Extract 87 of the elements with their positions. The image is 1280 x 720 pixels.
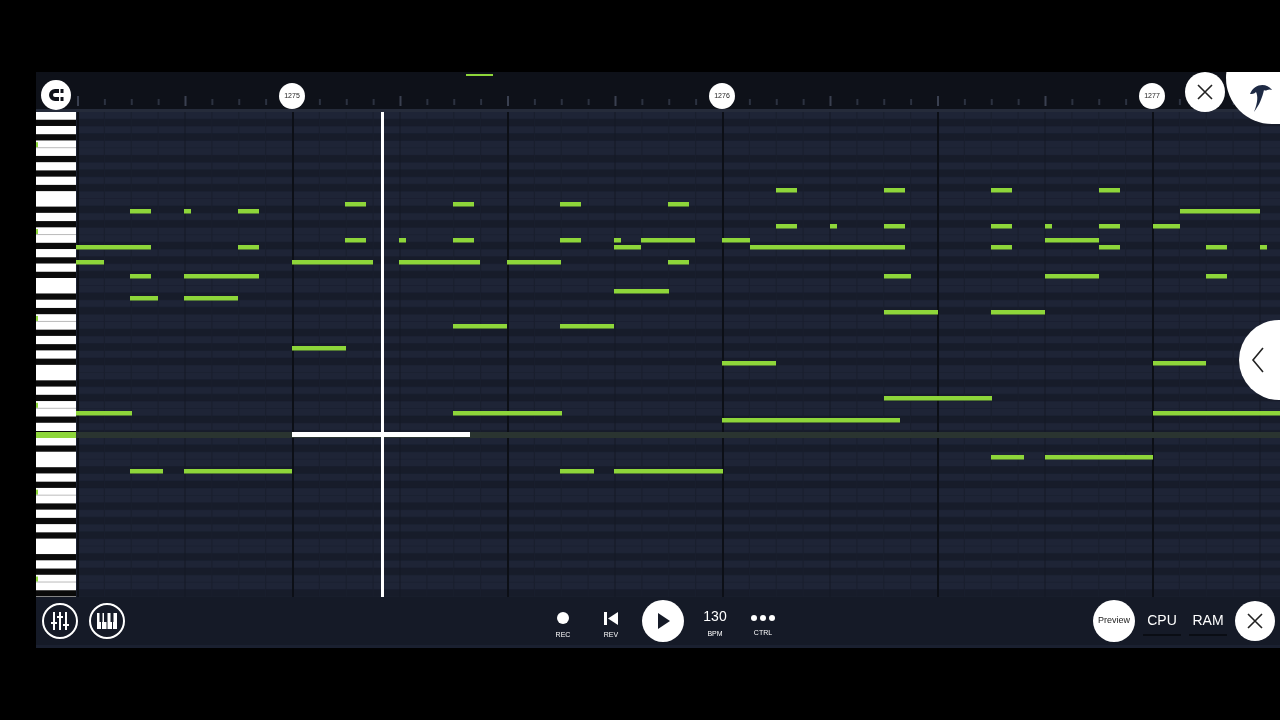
midi-note[interactable] [1260, 245, 1267, 250]
midi-note[interactable] [453, 238, 474, 243]
sliders-icon [50, 611, 70, 631]
usage-meter: RAM [1189, 606, 1227, 636]
midi-note[interactable] [750, 245, 905, 250]
midi-note[interactable] [614, 245, 641, 250]
midi-note[interactable] [130, 209, 151, 214]
midi-note[interactable] [560, 238, 581, 243]
midi-note[interactable] [1206, 245, 1227, 250]
piano-keys-icon [97, 613, 117, 629]
midi-note[interactable] [560, 202, 581, 207]
midi-note[interactable] [991, 224, 1012, 229]
piano-keyboard-drawing[interactable] [36, 112, 76, 597]
midi-note[interactable] [1099, 245, 1120, 250]
midi-note[interactable] [130, 469, 163, 474]
skip-back-icon [603, 611, 619, 625]
midi-note[interactable] [184, 209, 191, 214]
midi-note[interactable] [292, 346, 346, 351]
midi-note[interactable] [399, 260, 480, 265]
midi-note[interactable] [668, 260, 689, 265]
midi-note[interactable] [184, 274, 259, 279]
play-icon [656, 613, 670, 629]
piano-roll-button[interactable] [89, 603, 125, 639]
midi-note[interactable] [130, 274, 151, 279]
usage-meter: CPU [1143, 606, 1181, 636]
close-button[interactable] [1235, 601, 1275, 641]
midi-note[interactable] [1153, 361, 1206, 366]
midi-note[interactable] [991, 455, 1024, 460]
midi-note[interactable] [238, 245, 259, 250]
midi-note[interactable] [1045, 455, 1153, 460]
midi-note[interactable] [614, 289, 669, 294]
midi-note[interactable] [1206, 274, 1227, 279]
midi-note[interactable] [453, 411, 562, 416]
midi-note[interactable] [884, 188, 905, 193]
midi-note[interactable] [991, 310, 1045, 315]
midi-note[interactable] [399, 238, 406, 243]
midi-note[interactable] [830, 224, 837, 229]
snap-button[interactable] [41, 80, 71, 110]
chevron-left-icon [1251, 346, 1265, 374]
midi-note[interactable] [641, 238, 695, 243]
midi-note[interactable] [238, 209, 259, 214]
midi-note[interactable] [76, 245, 151, 250]
midi-note[interactable] [776, 224, 797, 229]
midi-note[interactable] [991, 188, 1012, 193]
midi-note[interactable] [345, 238, 366, 243]
midi-note[interactable] [884, 224, 905, 229]
more-icon [751, 615, 775, 622]
midi-note[interactable] [560, 469, 594, 474]
midi-note[interactable] [453, 324, 507, 329]
midi-note[interactable] [614, 238, 621, 243]
midi-note[interactable] [884, 396, 992, 401]
midi-note[interactable] [292, 260, 373, 265]
midi-note[interactable] [184, 469, 292, 474]
midi-note[interactable] [722, 361, 776, 366]
midi-note[interactable] [1153, 224, 1180, 229]
piano-roll-grid[interactable] [76, 112, 1280, 597]
midi-note[interactable] [722, 238, 750, 243]
midi-note[interactable] [776, 188, 797, 193]
loop-marker[interactable] [466, 74, 493, 76]
midi-note[interactable] [507, 260, 561, 265]
midi-note[interactable] [991, 245, 1012, 250]
midi-note[interactable] [1045, 224, 1052, 229]
close-icon [1247, 613, 1263, 629]
midi-note[interactable] [1099, 224, 1120, 229]
midi-note[interactable] [130, 296, 158, 301]
midi-note[interactable] [184, 296, 238, 301]
midi-note[interactable] [1180, 209, 1260, 214]
midi-note[interactable] [76, 260, 104, 265]
play-button[interactable] [642, 600, 684, 642]
midi-note[interactable] [76, 411, 132, 416]
midi-note[interactable] [1045, 238, 1099, 243]
midi-note[interactable] [345, 202, 366, 207]
midi-note[interactable] [722, 418, 900, 423]
midi-note[interactable] [1045, 274, 1099, 279]
midi-note[interactable] [668, 202, 689, 207]
midi-note[interactable] [1153, 411, 1280, 416]
midi-note[interactable] [884, 310, 938, 315]
preview-button[interactable]: Preview [1093, 600, 1135, 642]
close-icon [1196, 83, 1214, 101]
midi-note[interactable] [453, 202, 474, 207]
midi-note[interactable] [884, 274, 911, 279]
midi-note[interactable] [1099, 188, 1120, 193]
midi-note[interactable] [614, 469, 723, 474]
record-icon [557, 611, 569, 624]
magnet-icon [47, 86, 65, 104]
mixer-button[interactable] [42, 603, 78, 639]
midi-note[interactable] [560, 324, 614, 329]
